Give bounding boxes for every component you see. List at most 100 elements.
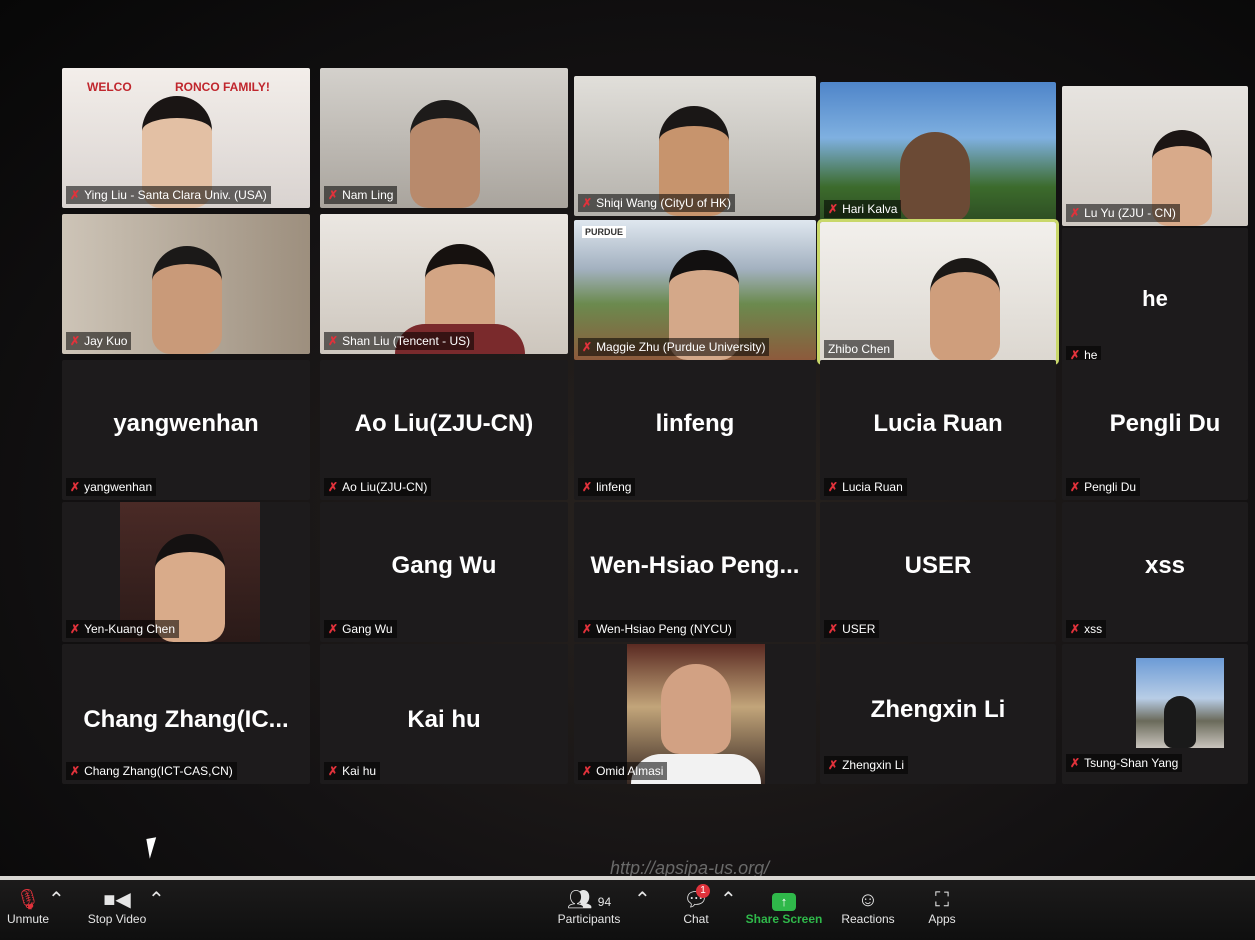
- participant-tile[interactable]: Kai hu ✗ Kai hu: [320, 644, 568, 784]
- muted-mic-icon: ✗: [582, 622, 593, 636]
- muted-mic-icon: ✗: [828, 622, 839, 636]
- participant-tile[interactable]: Zhengxin Li ✗ Zhengxin Li: [820, 644, 1056, 784]
- participant-name-label: ✗ Lu Yu (ZJU - CN): [1066, 204, 1180, 222]
- participant-tile[interactable]: ✗ Omid Almasi: [574, 644, 816, 784]
- participant-tile[interactable]: yangwenhan ✗ yangwenhan: [62, 360, 310, 500]
- participants-button[interactable]: 👥︎ 94 Participants: [552, 888, 626, 926]
- muted-mic-icon: ✗: [1070, 480, 1081, 494]
- participant-tile[interactable]: ✗ Tsung-Shan Yang: [1062, 644, 1248, 784]
- chevron-up-icon: ⌃: [634, 889, 651, 911]
- participant-video: [661, 664, 731, 754]
- muted-mic-icon: ✗: [70, 334, 81, 348]
- participant-display-name: he: [1142, 286, 1168, 311]
- participant-name-label: ✗ linfeng: [578, 478, 636, 496]
- zoom-window: WELCO RONCO FAMILY! ✗ Ying Liu - Santa Cl…: [0, 0, 1255, 940]
- chat-options-caret[interactable]: ⌃: [720, 888, 737, 912]
- muted-mic-icon: ✗: [70, 480, 81, 494]
- chat-unread-badge: 1: [696, 884, 710, 898]
- participant-tile[interactable]: ✗ Nam Ling: [320, 68, 568, 208]
- participant-name-label: Zhibo Chen: [824, 340, 895, 358]
- participant-name-label: ✗ Wen-Hsiao Peng (NYCU): [578, 620, 736, 638]
- muted-mic-icon: ✗: [1070, 206, 1081, 220]
- participant-display-name: xss: [1144, 552, 1186, 579]
- participant-tile[interactable]: Gang Wu ✗ Gang Wu: [320, 502, 568, 642]
- participant-tile[interactable]: PURDUE ✗ Maggie Zhu (Purdue University): [574, 220, 816, 360]
- participant-video: [1164, 696, 1196, 748]
- participant-display-name: Lucia Ruan: [873, 410, 1003, 437]
- participant-name-label: ✗ Ying Liu - Santa Clara Univ. (USA): [66, 186, 271, 204]
- participant-display-name: USER: [904, 552, 972, 579]
- participant-video: [930, 258, 1000, 362]
- participant-tile[interactable]: Wen-Hsiao Peng... ✗ Wen-Hsiao Peng (NYCU): [574, 502, 816, 642]
- muted-mic-icon: ✗: [70, 188, 81, 202]
- participants-icon: 👥︎: [566, 889, 593, 911]
- participant-name-label: ✗ Pengli Du: [1066, 478, 1141, 496]
- participant-name-label: ✗ Shiqi Wang (CityU of HK): [578, 194, 735, 212]
- participant-name-label: ✗ Nam Ling: [324, 186, 398, 204]
- participant-tile[interactable]: ✗ Yen-Kuang Chen: [62, 502, 310, 642]
- participant-display-name: Pengli Du: [1109, 410, 1221, 437]
- muted-mic-icon: ✗: [328, 622, 339, 636]
- participant-name-label: ✗ Gang Wu: [324, 620, 397, 638]
- muted-mic-icon: ✗: [582, 480, 593, 494]
- participant-name-label: ✗ Jay Kuo: [66, 332, 132, 350]
- participant-tile[interactable]: ✗ Lu Yu (ZJU - CN): [1062, 86, 1248, 226]
- participant-tile[interactable]: USER ✗ USER: [820, 502, 1056, 642]
- purdue-logo: PURDUE: [582, 226, 627, 238]
- muted-mic-icon: ✗: [828, 202, 839, 216]
- video-camera-icon: ■◀: [103, 889, 131, 911]
- muted-mic-icon: ✗: [70, 622, 81, 636]
- participant-tile[interactable]: Lucia Ruan ✗ Lucia Ruan: [820, 360, 1056, 500]
- apps-button[interactable]: ⛶ Apps: [920, 888, 964, 926]
- participant-tile[interactable]: ✗ Jay Kuo: [62, 214, 310, 354]
- muted-mic-icon: ✗: [1070, 622, 1081, 636]
- participant-tile[interactable]: linfeng ✗ linfeng: [574, 360, 816, 500]
- share-screen-icon: ↑: [772, 893, 796, 911]
- participant-tile[interactable]: Pengli Du ✗ Pengli Du: [1062, 360, 1248, 500]
- muted-mic-icon: ✗: [828, 480, 839, 494]
- participant-display-name: Gang Wu: [391, 552, 497, 579]
- participant-tile[interactable]: Ao Liu(ZJU-CN) ✗ Ao Liu(ZJU-CN): [320, 360, 568, 500]
- participant-tile-active-speaker[interactable]: Zhibo Chen: [817, 219, 1059, 365]
- participant-name-label: ✗ Hari Kalva: [824, 200, 902, 218]
- participant-display-name: Zhengxin Li: [870, 696, 1006, 723]
- participant-name-label: ✗ Chang Zhang(ICT-CAS,CN): [66, 762, 237, 780]
- participant-name-label: ✗ Zhengxin Li: [824, 756, 909, 774]
- participant-name-label: ✗ Shan Liu (Tencent - US): [324, 332, 475, 350]
- stop-video-button[interactable]: ■◀ Stop Video: [78, 888, 156, 926]
- participant-tile[interactable]: WELCO RONCO FAMILY! ✗ Ying Liu - Santa Cl…: [62, 68, 310, 208]
- chat-button[interactable]: 💬︎ 1 Chat: [676, 884, 716, 926]
- meeting-toolbar: 🎙︎ Unmute ⌃ ■◀ Stop Video ⌃ 👥︎ 94 Partic…: [0, 876, 1255, 940]
- participant-tile[interactable]: he ✗ he: [1062, 228, 1248, 368]
- chevron-up-icon: ⌃: [720, 889, 737, 911]
- participant-video: [1136, 658, 1224, 748]
- participant-video: [410, 100, 480, 208]
- participant-name-label: ✗ Ao Liu(ZJU-CN): [324, 478, 432, 496]
- participant-tile[interactable]: ✗ Shan Liu (Tencent - US): [320, 214, 568, 354]
- participant-display-name: linfeng: [655, 410, 735, 437]
- muted-mic-icon: ✗: [328, 334, 339, 348]
- participants-count: 94: [597, 895, 612, 909]
- participant-tile[interactable]: ✗ Hari Kalva: [820, 82, 1056, 222]
- participant-name-label: ✗ Maggie Zhu (Purdue University): [578, 338, 770, 356]
- muted-mic-icon: ✗: [328, 480, 339, 494]
- participant-tile[interactable]: Chang Zhang(IC... ✗ Chang Zhang(ICT-CAS,C…: [62, 644, 310, 784]
- participant-display-name: Kai hu: [407, 706, 481, 733]
- audio-options-caret[interactable]: ⌃: [48, 888, 65, 912]
- participant-video: [152, 246, 222, 354]
- participant-tile[interactable]: ✗ Shiqi Wang (CityU of HK): [574, 76, 816, 216]
- video-options-caret[interactable]: ⌃: [148, 888, 165, 912]
- share-screen-button[interactable]: ↑ Share Screen: [744, 888, 824, 926]
- participant-tile[interactable]: xss ✗ xss: [1062, 502, 1248, 642]
- muted-mic-icon: ✗: [582, 340, 593, 354]
- participant-display-name: Wen-Hsiao Peng...: [590, 552, 800, 579]
- participant-name-label: ✗ xss: [1066, 620, 1107, 638]
- muted-mic-icon: ✗: [582, 764, 593, 778]
- participant-name-label: ✗ Tsung-Shan Yang: [1066, 754, 1183, 772]
- participants-options-caret[interactable]: ⌃: [634, 888, 651, 912]
- participant-name-label: ✗ USER: [824, 620, 880, 638]
- reactions-button[interactable]: ☺︎ Reactions: [838, 888, 898, 926]
- muted-mic-icon: ✗: [328, 764, 339, 778]
- participant-name-label: ✗ Omid Almasi: [578, 762, 668, 780]
- muted-mic-icon: ✗: [328, 188, 339, 202]
